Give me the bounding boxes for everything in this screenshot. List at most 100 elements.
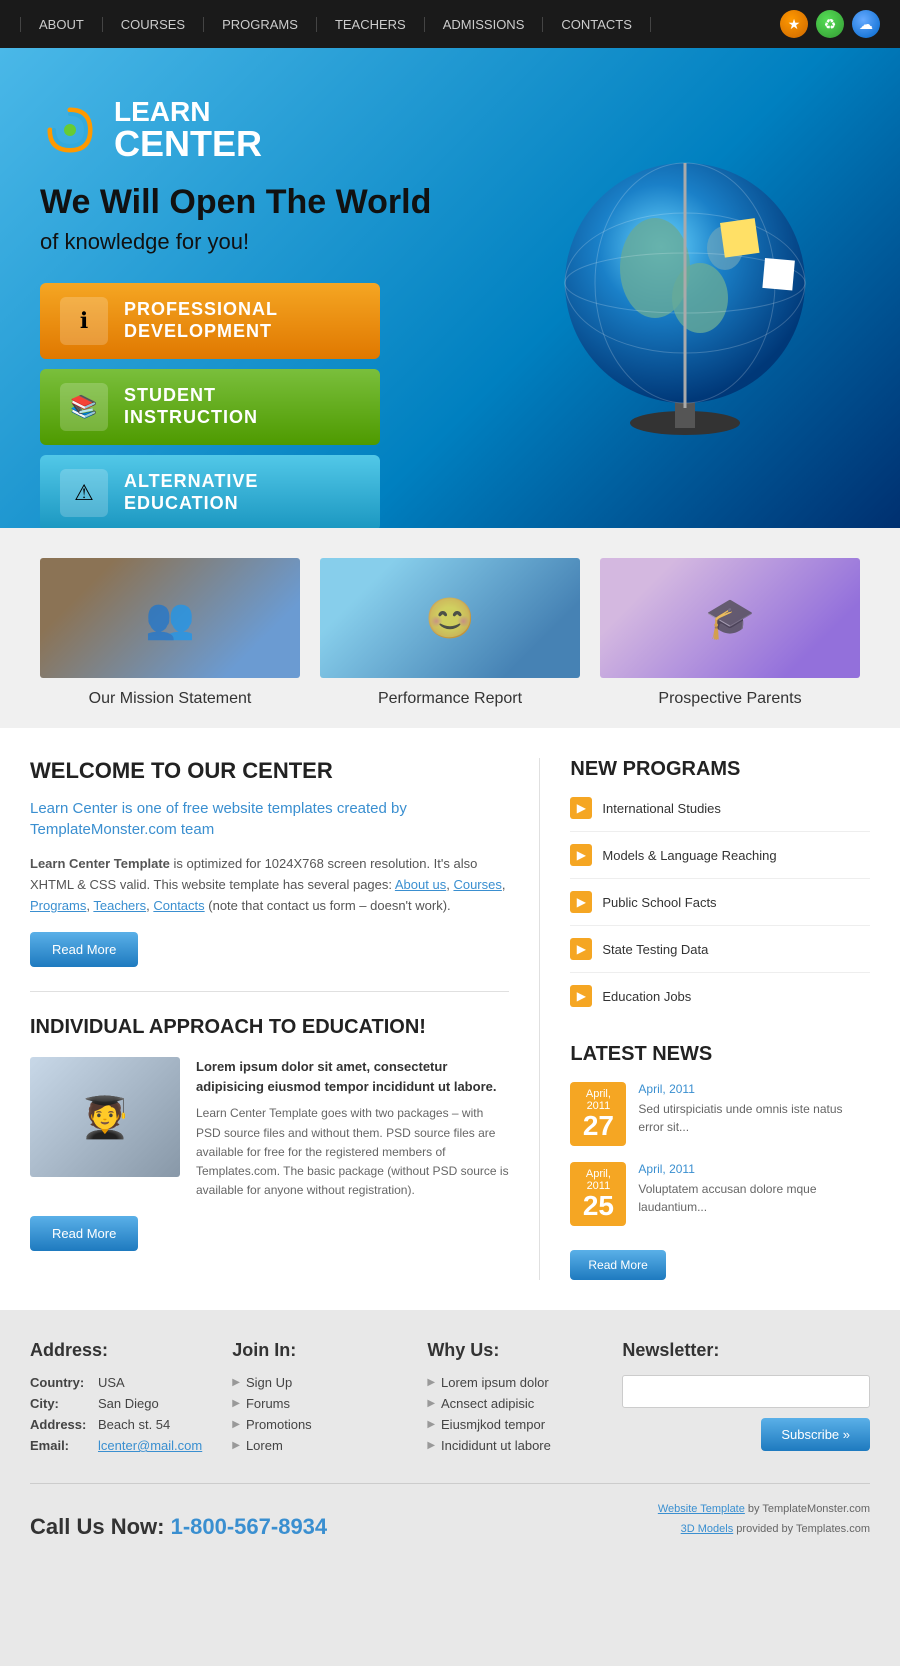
main-content: WELCOME TO OUR CENTER Learn Center is on… [0,728,900,1310]
footer-join-signup[interactable]: ▶Sign Up [232,1375,397,1390]
professional-icon: ℹ [60,297,108,345]
main-left: WELCOME TO OUR CENTER Learn Center is on… [30,758,509,1280]
program-item-5[interactable]: ▶ Education Jobs [570,985,870,1019]
individual-image: 🧑‍🎓 [30,1057,180,1177]
footer-why-2[interactable]: ▶Acnsect adipisic [427,1396,592,1411]
performance-icon: 😊 [425,595,475,642]
footer-why-3[interactable]: ▶Eiusmjkod tempor [427,1417,592,1432]
program-arrow-icon-1: ▶ [570,797,592,819]
footer-address-heading: Address: [30,1340,202,1361]
footer-join-forums[interactable]: ▶Forums [232,1396,397,1411]
footer-join-lorem[interactable]: ▶Lorem [232,1438,397,1453]
news-link-2[interactable]: April, 2011 [638,1162,870,1176]
nav-admissions[interactable]: ADMISSIONS [425,17,544,32]
logo-center: CENTER [114,126,262,162]
footer-address-value: Beach st. 54 [98,1417,170,1432]
social-icon-3[interactable]: ☁ [852,10,880,38]
program-item-2[interactable]: ▶ Models & Language Reaching [570,844,870,879]
footer-why-heading: Why Us: [427,1340,592,1361]
parents-icon: 🎓 [705,595,755,642]
news-day-2: 25 [583,1190,614,1221]
program-name-2: Models & Language Reaching [602,848,776,863]
arrow-icon: ▶ [232,1398,240,1409]
credit-line-2: 3D Models provided by Templates.com [658,1520,870,1540]
footer: Address: Country: USA City: San Diego Ad… [0,1310,900,1570]
footer-email-row: Email: lcenter@mail.com [30,1438,202,1453]
section-divider-1 [30,991,509,992]
alternative-icon: ⚠ [60,469,108,517]
individual-content: 🧑‍🎓 Lorem ipsum dolor sit amet, consecte… [30,1057,509,1200]
photo-item-mission[interactable]: 👥 Our Mission Statement [40,558,300,708]
nav-contacts[interactable]: CONTACTS [543,17,651,32]
footer-top: Address: Country: USA City: San Diego Ad… [30,1340,870,1459]
nav-courses[interactable]: COURSES [103,17,204,32]
photo-item-performance[interactable]: 😊 Performance Report [320,558,580,708]
link-programs[interactable]: Programs [30,898,86,913]
news-date-box-1: April, 2011 27 [570,1082,626,1146]
link-contacts[interactable]: Contacts [153,898,204,913]
footer-country-row: Country: USA [30,1375,202,1390]
link-about[interactable]: About us [395,877,446,892]
footer-bottom: Call Us Now: 1-800-567-8934 Website Temp… [30,1483,870,1540]
arrow-icon: ▶ [427,1377,435,1388]
news-date-box-2: April, 2011 25 [570,1162,626,1226]
arrow-icon: ▶ [427,1419,435,1430]
footer-address-row: Address: Beach st. 54 [30,1417,202,1432]
footer-join-promotions[interactable]: ▶Promotions [232,1417,397,1432]
welcome-link[interactable]: Learn Center is one of free website temp… [30,798,509,840]
program-item-4[interactable]: ▶ State Testing Data [570,938,870,973]
individual-lead: Lorem ipsum dolor sit amet, consectetur … [196,1057,509,1096]
footer-country-label: Country: [30,1375,90,1390]
footer-newsletter-heading: Newsletter: [622,1340,870,1361]
program-name-3: Public School Facts [602,895,716,910]
news-day-1: 27 [583,1110,614,1141]
arrow-icon: ▶ [232,1440,240,1451]
social-icon-1[interactable]: ★ [780,10,808,38]
newsletter-input[interactable] [622,1375,870,1408]
link-teachers[interactable]: Teachers [93,898,146,913]
footer-why-1[interactable]: ▶Lorem ipsum dolor [427,1375,592,1390]
footer-city-row: City: San Diego [30,1396,202,1411]
nav-about[interactable]: ABOUT [20,17,103,32]
website-template-link[interactable]: Website Template [658,1503,745,1515]
news-link-1[interactable]: April, 2011 [638,1082,870,1096]
btn-professional-text: PROFESSIONALDEVELOPMENT [124,299,278,342]
photo-label-parents: Prospective Parents [600,690,860,708]
individual-read-more[interactable]: Read More [30,1216,138,1251]
programs-title: NEW PROGRAMS [570,758,870,781]
footer-email-link[interactable]: lcenter@mail.com [98,1438,202,1453]
individual-body: Learn Center Template goes with two pack… [196,1104,509,1200]
photo-item-parents[interactable]: 🎓 Prospective Parents [600,558,860,708]
footer-why-4[interactable]: ▶Incididunt ut labore [427,1438,592,1453]
logo-swirl-icon [40,100,100,160]
news-item-1: April, 2011 27 April, 2011 Sed utirspici… [570,1082,870,1146]
link-courses[interactable]: Courses [453,877,501,892]
photo-mission: 👥 [40,558,300,678]
phone-number[interactable]: 1-800-567-8934 [171,1514,328,1539]
program-item-3[interactable]: ▶ Public School Facts [570,891,870,926]
footer-city-value: San Diego [98,1396,159,1411]
welcome-read-more[interactable]: Read More [30,932,138,967]
photo-label-mission: Our Mission Statement [40,690,300,708]
hero-section: LEARN CENTER We Will Open The World of k… [0,48,900,528]
footer-credits: Website Template by TemplateMonster.com … [658,1500,870,1540]
main-right: NEW PROGRAMS ▶ International Studies ▶ M… [539,758,870,1280]
btn-student[interactable]: 📚 STUDENTINSTRUCTION [40,369,380,445]
program-arrow-icon-2: ▶ [570,844,592,866]
call-label: Call Us Now: [30,1514,171,1539]
news-read-more[interactable]: Read More [570,1250,665,1280]
nav-programs[interactable]: PROGRAMS [204,17,317,32]
footer-address-label: Address: [30,1417,90,1432]
subscribe-button[interactable]: Subscribe » [761,1418,870,1451]
nav-teachers[interactable]: TEACHERS [317,17,425,32]
3d-models-link[interactable]: 3D Models [681,1523,734,1535]
welcome-body: Learn Center Template is optimized for 1… [30,854,509,916]
program-arrow-icon-4: ▶ [570,938,592,960]
program-name-4: State Testing Data [602,942,708,957]
btn-professional[interactable]: ℹ PROFESSIONALDEVELOPMENT [40,283,380,359]
program-item-1[interactable]: ▶ International Studies [570,797,870,832]
credit-line-1: Website Template by TemplateMonster.com [658,1500,870,1520]
btn-alternative[interactable]: ⚠ ALTERNATIVEEDUCATION [40,455,380,528]
social-icon-2[interactable]: ♻ [816,10,844,38]
news-excerpt-1: Sed utirspiciatis unde omnis iste natus … [638,1100,870,1136]
